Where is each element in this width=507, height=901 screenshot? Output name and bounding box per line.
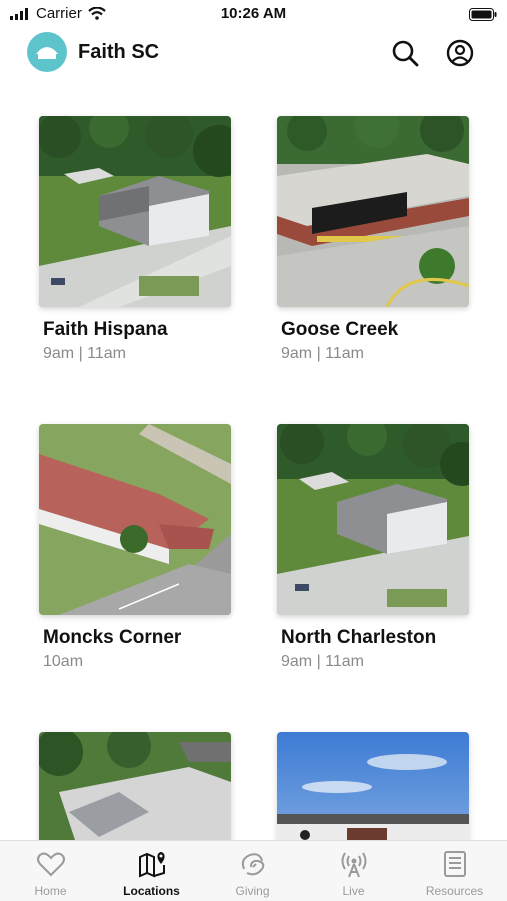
book-icon bbox=[444, 851, 466, 877]
tab-label: Live bbox=[342, 884, 365, 898]
tab-label: Locations bbox=[123, 884, 180, 898]
app-title: Faith SC bbox=[78, 41, 160, 63]
location-times: 9am | 11am bbox=[281, 653, 365, 670]
location-name: North Charleston bbox=[281, 627, 437, 648]
location-photo bbox=[277, 116, 469, 307]
church-logo-icon[interactable] bbox=[27, 32, 67, 72]
tab-label: Giving bbox=[235, 884, 270, 898]
location-times: 9am | 11am bbox=[281, 345, 365, 362]
locations-grid: Faith Hispana 9am | 11am Goose Creek 9am… bbox=[0, 100, 507, 840]
location-name: Faith Hispana bbox=[43, 319, 168, 340]
heart-icon bbox=[37, 852, 65, 877]
location-photo bbox=[277, 424, 469, 615]
tab-bar: Home Locations Giving Live Resources bbox=[0, 840, 507, 901]
location-name: Goose Creek bbox=[281, 319, 399, 340]
location-photo bbox=[277, 732, 469, 840]
broadcast-icon bbox=[341, 852, 367, 878]
profile-icon[interactable] bbox=[445, 38, 475, 68]
tab-resources[interactable]: Resources bbox=[404, 841, 505, 901]
location-name: Moncks Corner bbox=[43, 627, 182, 648]
location-times: 9am | 11am bbox=[43, 345, 127, 362]
battery-icon bbox=[469, 8, 497, 21]
location-times: 10am bbox=[43, 653, 84, 670]
tab-live[interactable]: Live bbox=[303, 841, 404, 901]
location-photo bbox=[39, 424, 231, 615]
status-bar: Carrier 10:26 AM bbox=[0, 0, 507, 30]
map-pin-icon bbox=[139, 852, 165, 878]
status-time: 10:26 AM bbox=[220, 5, 287, 22]
tab-locations[interactable]: Locations bbox=[101, 841, 202, 901]
location-photo bbox=[39, 732, 231, 840]
search-icon[interactable] bbox=[390, 38, 420, 68]
app-header: Faith SC bbox=[0, 30, 507, 76]
tab-label: Resources bbox=[425, 884, 484, 898]
tab-home[interactable]: Home bbox=[0, 841, 101, 901]
tab-label: Home bbox=[34, 884, 67, 898]
giving-icon bbox=[241, 853, 265, 876]
tab-giving[interactable]: Giving bbox=[202, 841, 303, 901]
location-photo bbox=[39, 116, 231, 307]
